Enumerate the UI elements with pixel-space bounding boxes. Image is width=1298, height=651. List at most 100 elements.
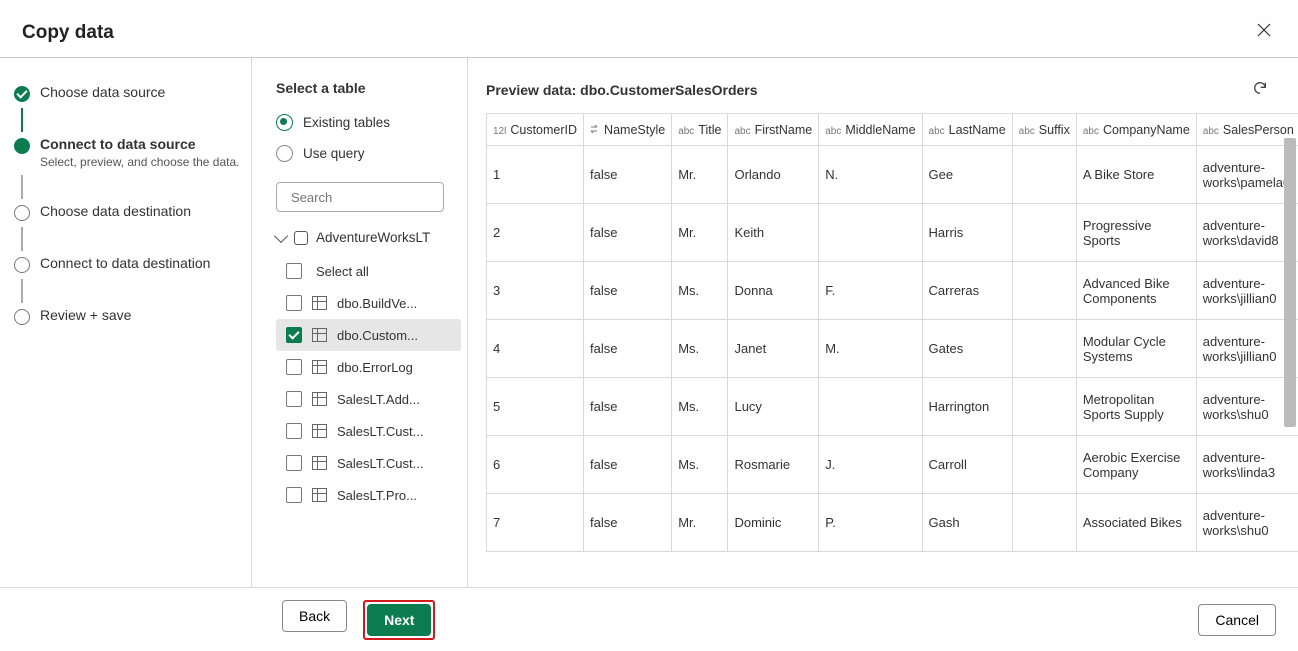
cancel-button[interactable]: Cancel (1198, 604, 1276, 636)
mode-existing-tables[interactable]: Existing tables (276, 114, 467, 131)
checkbox-icon[interactable] (286, 455, 302, 471)
table-cell[interactable]: false (584, 262, 672, 320)
table-cell[interactable]: Mr. (672, 146, 728, 204)
table-cell[interactable]: false (584, 204, 672, 262)
column-header[interactable]: abcSuffix (1012, 114, 1076, 146)
table-cell[interactable]: Gates (922, 320, 1012, 378)
table-cell[interactable]: Orlando (728, 146, 819, 204)
table-cell[interactable] (1012, 262, 1076, 320)
table-cell[interactable] (1012, 204, 1076, 262)
select-all-row[interactable]: Select all (276, 255, 461, 287)
table-cell[interactable]: 3 (487, 262, 584, 320)
table-cell[interactable]: Donna (728, 262, 819, 320)
table-cell[interactable] (1012, 494, 1076, 552)
checkbox-icon[interactable] (286, 391, 302, 407)
table-cell[interactable]: 2 (487, 204, 584, 262)
checkbox-icon[interactable] (286, 359, 302, 375)
table-cell[interactable] (819, 378, 922, 436)
step-4[interactable]: Review + save (14, 307, 241, 325)
table-cell[interactable]: adventure-works\jillian0 (1196, 262, 1298, 320)
table-cell[interactable]: Harrington (922, 378, 1012, 436)
column-header[interactable]: NameStyle (584, 114, 672, 146)
table-cell[interactable]: A Bike Store (1076, 146, 1196, 204)
table-cell[interactable]: J. (819, 436, 922, 494)
table-list[interactable]: Select all dbo.BuildVe...dbo.Custom...db… (276, 255, 467, 579)
checkbox-icon[interactable] (286, 487, 302, 503)
table-cell[interactable]: adventure-works\pamela0 (1196, 146, 1298, 204)
column-header[interactable]: 12lCustomerID (487, 114, 584, 146)
table-cell[interactable]: Advanced Bike Components (1076, 262, 1196, 320)
table-row[interactable]: SalesLT.Cust... (276, 447, 461, 479)
column-header[interactable]: abcTitle (672, 114, 728, 146)
back-button[interactable]: Back (282, 600, 347, 632)
table-cell[interactable]: adventure-works\shu0 (1196, 378, 1298, 436)
table-row[interactable]: SalesLT.Pro... (276, 479, 461, 511)
table-cell[interactable]: Mr. (672, 204, 728, 262)
next-button[interactable]: Next (367, 604, 431, 636)
table-cell[interactable]: false (584, 436, 672, 494)
table-cell[interactable]: false (584, 494, 672, 552)
table-cell[interactable]: Rosmarie (728, 436, 819, 494)
table-cell[interactable] (1012, 436, 1076, 494)
table-cell[interactable]: Aerobic Exercise Company (1076, 436, 1196, 494)
table-row[interactable]: SalesLT.Add... (276, 383, 461, 415)
table-cell[interactable] (1012, 378, 1076, 436)
step-2[interactable]: Choose data destination (14, 203, 241, 221)
preview-grid-scroll[interactable]: 12lCustomerIDNameStyleabcTitleabcFirstNa… (486, 113, 1298, 587)
column-header[interactable]: abcSalesPerson (1196, 114, 1298, 146)
table-cell[interactable] (1012, 146, 1076, 204)
mode-use-query[interactable]: Use query (276, 145, 467, 162)
table-cell[interactable]: F. (819, 262, 922, 320)
checkbox-icon[interactable] (286, 263, 302, 279)
table-row[interactable]: dbo.BuildVe... (276, 287, 461, 319)
checkbox-icon[interactable] (286, 327, 302, 343)
table-cell[interactable]: N. (819, 146, 922, 204)
table-cell[interactable]: adventure-works\david8 (1196, 204, 1298, 262)
refresh-button[interactable] (1252, 80, 1268, 99)
vertical-scrollbar[interactable] (1284, 138, 1296, 583)
table-cell[interactable]: Ms. (672, 378, 728, 436)
table-cell[interactable]: adventure-works\shu0 (1196, 494, 1298, 552)
search-input[interactable] (291, 190, 467, 205)
table-cell[interactable]: Janet (728, 320, 819, 378)
table-cell[interactable]: Dominic (728, 494, 819, 552)
step-0[interactable]: Choose data source (14, 84, 241, 102)
table-cell[interactable]: Progressive Sports (1076, 204, 1196, 262)
table-cell[interactable]: Modular Cycle Systems (1076, 320, 1196, 378)
table-cell[interactable]: Ms. (672, 436, 728, 494)
table-cell[interactable]: Gee (922, 146, 1012, 204)
table-cell[interactable]: adventure-works\jillian0 (1196, 320, 1298, 378)
table-cell[interactable] (1012, 320, 1076, 378)
table-cell[interactable]: false (584, 378, 672, 436)
table-cell[interactable]: 7 (487, 494, 584, 552)
database-node[interactable]: AdventureWorksLT (276, 230, 467, 245)
table-cell[interactable]: Gash (922, 494, 1012, 552)
table-cell[interactable]: Harris (922, 204, 1012, 262)
table-cell[interactable]: P. (819, 494, 922, 552)
table-cell[interactable]: Lucy (728, 378, 819, 436)
column-header[interactable]: abcFirstName (728, 114, 819, 146)
table-row[interactable]: SalesLT.Cust... (276, 415, 461, 447)
close-button[interactable] (1252, 18, 1276, 47)
search-box[interactable] (276, 182, 444, 212)
table-cell[interactable]: Carreras (922, 262, 1012, 320)
table-cell[interactable]: false (584, 146, 672, 204)
step-1[interactable]: Connect to data sourceSelect, preview, a… (14, 136, 241, 169)
column-header[interactable]: abcCompanyName (1076, 114, 1196, 146)
step-3[interactable]: Connect to data destination (14, 255, 241, 273)
table-row[interactable]: dbo.ErrorLog (276, 351, 461, 383)
table-cell[interactable]: 1 (487, 146, 584, 204)
column-header[interactable]: abcLastName (922, 114, 1012, 146)
table-cell[interactable]: Metropolitan Sports Supply (1076, 378, 1196, 436)
table-cell[interactable]: Carroll (922, 436, 1012, 494)
table-cell[interactable]: 6 (487, 436, 584, 494)
table-cell[interactable]: Mr. (672, 494, 728, 552)
table-cell[interactable]: false (584, 320, 672, 378)
column-header[interactable]: abcMiddleName (819, 114, 922, 146)
table-cell[interactable]: Associated Bikes (1076, 494, 1196, 552)
table-cell[interactable]: M. (819, 320, 922, 378)
table-cell[interactable]: Keith (728, 204, 819, 262)
table-cell[interactable] (819, 204, 922, 262)
table-row[interactable]: dbo.Custom... (276, 319, 461, 351)
table-cell[interactable]: Ms. (672, 320, 728, 378)
